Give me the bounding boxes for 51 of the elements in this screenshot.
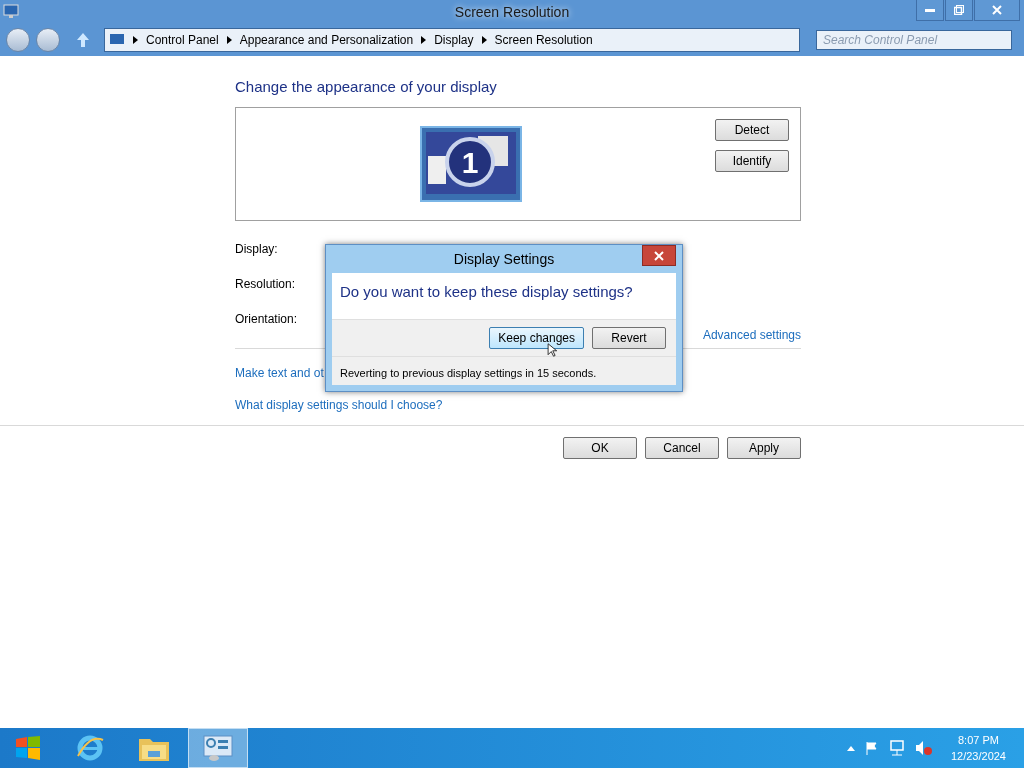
minimize-icon — [925, 8, 935, 12]
address-bar[interactable]: Control Panel Appearance and Personalization Display Screen Resolution — [104, 28, 800, 52]
browser-icon — [76, 734, 104, 762]
close-icon — [654, 250, 664, 261]
field-label: Orientation: — [235, 311, 298, 326]
close-icon — [992, 5, 1002, 15]
flag-icon[interactable] — [864, 741, 879, 755]
restore-icon — [954, 5, 964, 15]
dialog-action-button[interactable]: Apply — [727, 437, 801, 459]
windows-logo-icon — [15, 736, 41, 760]
close-button[interactable] — [642, 245, 676, 266]
monitor-icon — [3, 4, 19, 18]
breadcrumb[interactable]: Display — [434, 33, 474, 47]
control-panel-icon — [202, 734, 234, 762]
up-arrow-icon[interactable] — [76, 32, 90, 48]
page-heading: Change the appearance of your display — [235, 78, 498, 95]
monitor-icon[interactable]: 1 — [420, 126, 522, 202]
help-link[interactable]: What display settings should I choose? — [235, 398, 443, 412]
field-label: Resolution: — [235, 276, 296, 291]
forward-button[interactable] — [36, 28, 60, 52]
dialog-question: Do you want to keep these display settings? — [339, 282, 634, 302]
chevron-icon — [421, 36, 427, 44]
dialog-button[interactable]: Keep changes — [489, 327, 584, 349]
search-field[interactable]: Search Control Panel — [816, 30, 1012, 50]
control-panel-icon — [109, 33, 125, 47]
minimize-button[interactable] — [916, 0, 944, 21]
caret-icon[interactable] — [846, 745, 855, 751]
countdown-text: Reverting to previous display settings in 15 seconds. — [340, 367, 597, 379]
chevron-icon — [133, 36, 138, 44]
network-icon[interactable] — [888, 740, 905, 756]
taskbar-app[interactable] — [188, 728, 248, 768]
dialog-action-button[interactable]: OK — [563, 437, 637, 459]
monitor-button[interactable]: Detect — [715, 119, 789, 141]
breadcrumb[interactable]: Control Panel — [146, 33, 219, 47]
close-button[interactable] — [974, 0, 1020, 21]
advanced-settings-link[interactable]: Advanced settings — [702, 328, 801, 342]
dialog-title: Display Settings — [453, 251, 555, 267]
help-link[interactable]: Make text and ot — [235, 366, 324, 380]
back-button[interactable] — [6, 28, 30, 52]
chevron-icon — [481, 36, 487, 44]
chevron-icon — [226, 36, 232, 44]
breadcrumb[interactable]: Screen Resolution — [494, 33, 593, 47]
cursor-icon — [546, 343, 558, 357]
monitor-button[interactable]: Identify — [715, 150, 789, 172]
muted-speaker-icon[interactable] — [914, 740, 933, 756]
dialog-action-button[interactable]: Cancel — [645, 437, 719, 459]
dialog-button[interactable]: Revert — [592, 327, 666, 349]
restore-button[interactable] — [945, 0, 973, 21]
window-title: Screen Resolution — [454, 4, 570, 20]
field-label: Display: — [235, 241, 278, 256]
breadcrumb[interactable]: Appearance and Personalization — [239, 33, 414, 47]
